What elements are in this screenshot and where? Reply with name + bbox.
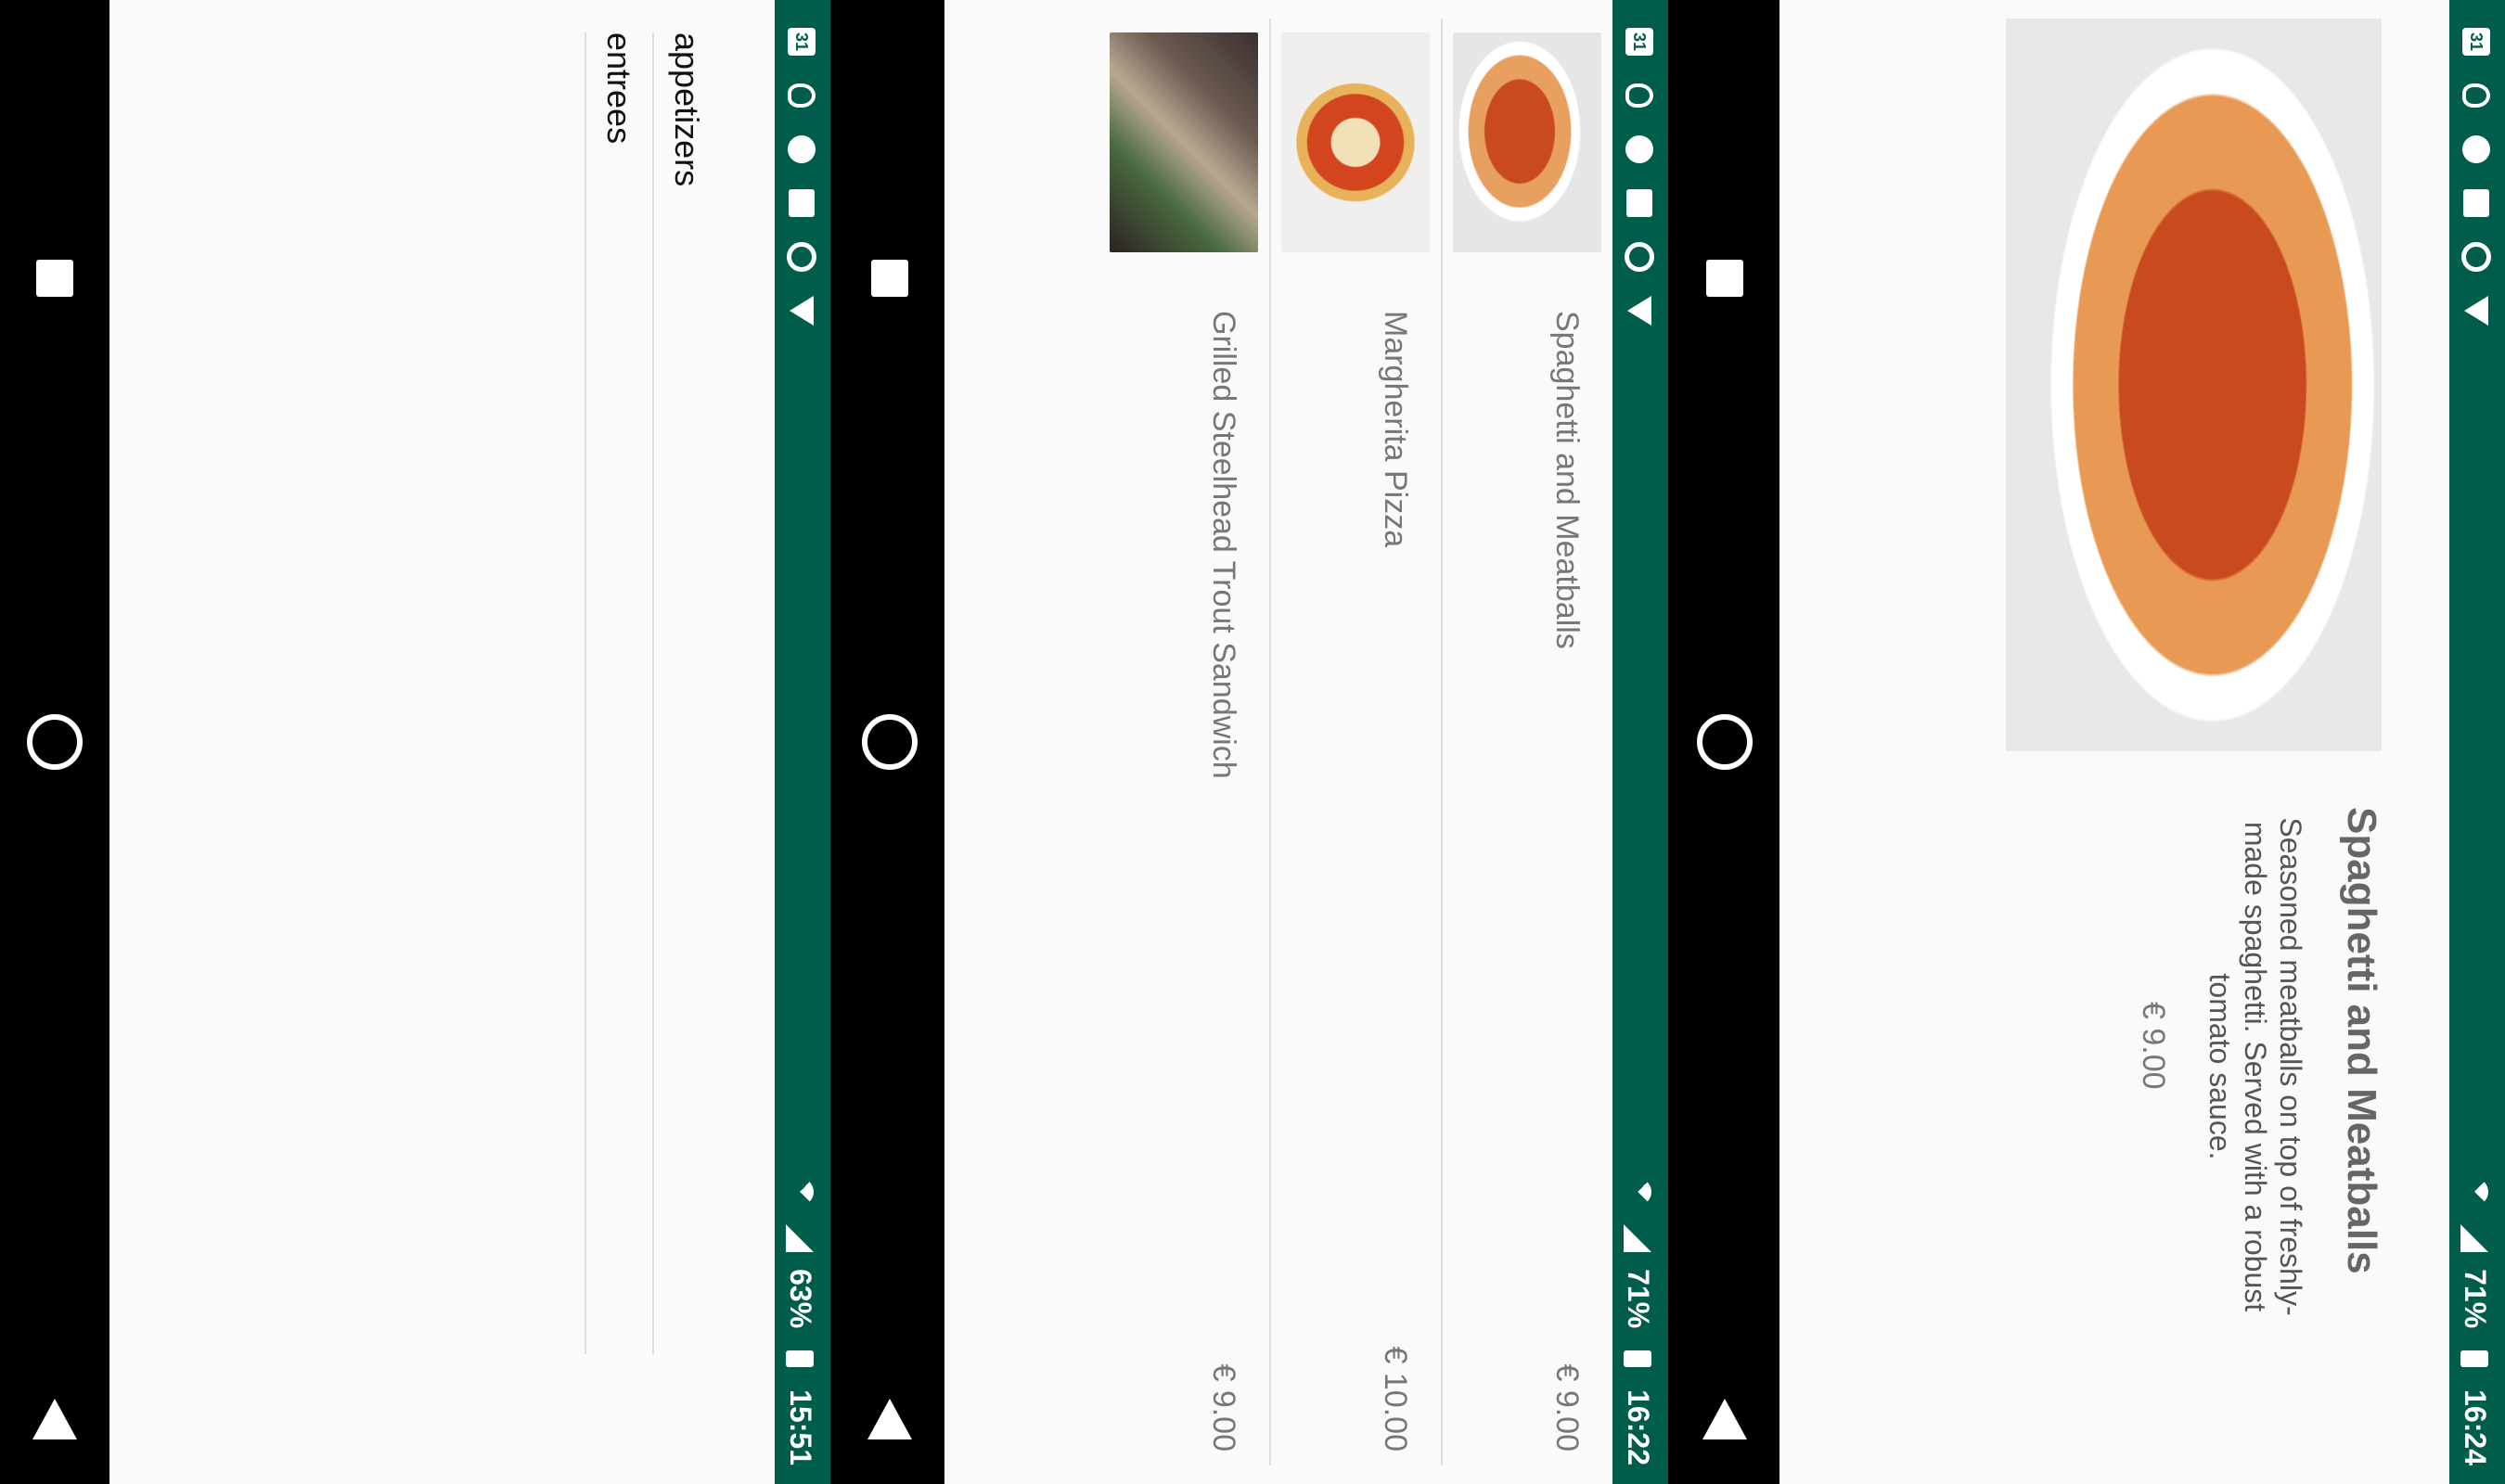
back-button[interactable] <box>1692 1387 1757 1452</box>
status-bar: 31 71% 16:24 <box>2449 0 2505 1484</box>
clock: 15:51 <box>784 1389 817 1465</box>
category-appetizers[interactable]: appetizers <box>652 32 719 1354</box>
dish-price: € 9.00 <box>1206 1363 1241 1452</box>
dish-name: Spaghetti and Meatballs <box>1549 311 1585 649</box>
categories-screen: 31 63% 15:51 appetizers entrees <box>0 0 830 1484</box>
back-icon <box>867 1399 912 1439</box>
home-button[interactable] <box>857 710 922 774</box>
back-button[interactable] <box>857 1387 922 1452</box>
calendar-icon: 31 <box>1624 26 1655 58</box>
recents-icon <box>36 260 73 297</box>
recents-button[interactable] <box>22 246 87 311</box>
status-bar: 31 71% 16:22 <box>1612 0 1668 1484</box>
lightbulb-icon <box>2460 80 2492 111</box>
signal-icon <box>785 1222 816 1254</box>
battery-percent: 71% <box>2459 1269 2492 1329</box>
dish-title: Spaghetti and Meatballs <box>2339 807 2384 1274</box>
image-icon <box>786 187 817 219</box>
home-icon <box>27 714 83 770</box>
home-icon <box>862 714 918 770</box>
divider <box>1269 19 1271 1465</box>
dish-photo <box>2006 19 2382 751</box>
arrow-icon <box>1624 295 1655 326</box>
recents-icon <box>871 260 908 297</box>
arrow-icon <box>786 295 817 326</box>
dish-name: Margherita Pizza <box>1378 311 1413 548</box>
back-icon <box>1702 1399 1747 1439</box>
wifi-icon <box>785 1176 816 1208</box>
image-icon <box>2460 187 2492 219</box>
category-entrees[interactable]: entrees <box>584 32 651 1354</box>
dish-price: € 9.00 <box>1549 1363 1585 1452</box>
home-button[interactable] <box>22 710 87 774</box>
lightbulb-icon <box>1624 80 1655 111</box>
nav-bar <box>0 0 109 1484</box>
status-bar: 31 63% 15:51 <box>775 0 830 1484</box>
calendar-icon: 31 <box>786 26 817 58</box>
arrow-icon <box>2460 295 2492 326</box>
divider <box>1441 19 1443 1465</box>
category-label: appetizers <box>668 32 706 187</box>
lightbulb-icon <box>786 80 817 111</box>
home-button[interactable] <box>1692 710 1757 774</box>
dish-detail-screen: 31 71% 16:24 Spaghetti and Meatballs Sea… <box>1670 0 2505 1484</box>
menu-list-screen: 31 71% 16:22 Spaghetti and Meatballs € 9… <box>835 0 1668 1484</box>
circle-icon <box>2460 241 2492 273</box>
menu-item-spaghetti[interactable]: Spaghetti and Meatballs € 9.00 <box>1441 0 1612 1484</box>
minus-circle-icon <box>786 134 817 165</box>
clock: 16:24 <box>2459 1389 2492 1465</box>
circle-icon <box>1624 241 1655 273</box>
signal-icon <box>1623 1222 1654 1254</box>
dish-thumbnail <box>1281 32 1430 252</box>
menu-item-pizza[interactable]: Margherita Pizza € 10.00 <box>1269 0 1441 1484</box>
wifi-icon <box>1623 1176 1654 1208</box>
recents-icon <box>1706 260 1743 297</box>
home-icon <box>1697 714 1753 770</box>
wifi-icon <box>2460 1176 2491 1208</box>
menu-item-trout[interactable]: Grilled Steelhead Trout Sandwich € 9.00 <box>1098 0 1269 1484</box>
minus-circle-icon <box>2460 134 2492 165</box>
signal-icon <box>2460 1222 2491 1254</box>
calendar-icon: 31 <box>2460 26 2492 58</box>
battery-percent: 71% <box>1622 1269 1655 1329</box>
dish-thumbnail <box>1110 32 1258 252</box>
back-icon <box>32 1399 77 1439</box>
battery-percent: 63% <box>784 1269 817 1329</box>
dish-name: Grilled Steelhead Trout Sandwich <box>1206 311 1241 779</box>
nav-bar <box>835 0 944 1484</box>
category-label: entrees <box>600 32 638 145</box>
clock: 16:22 <box>1622 1389 1655 1465</box>
minus-circle-icon <box>1624 134 1655 165</box>
circle-icon <box>786 241 817 273</box>
recents-button[interactable] <box>1692 246 1757 311</box>
recents-button[interactable] <box>857 246 922 311</box>
nav-bar <box>1670 0 1779 1484</box>
dish-price: € 10.00 <box>1378 1346 1413 1452</box>
dish-thumbnail <box>1453 32 1601 252</box>
image-icon <box>1624 187 1655 219</box>
battery-icon <box>1623 1343 1654 1375</box>
back-button[interactable] <box>22 1387 87 1452</box>
dish-description: Seasoned meatballs on top of freshly-mad… <box>2203 817 2307 1316</box>
battery-icon <box>2460 1343 2491 1375</box>
dish-price: € 9.00 <box>2136 1002 2171 1090</box>
battery-icon <box>785 1343 816 1375</box>
